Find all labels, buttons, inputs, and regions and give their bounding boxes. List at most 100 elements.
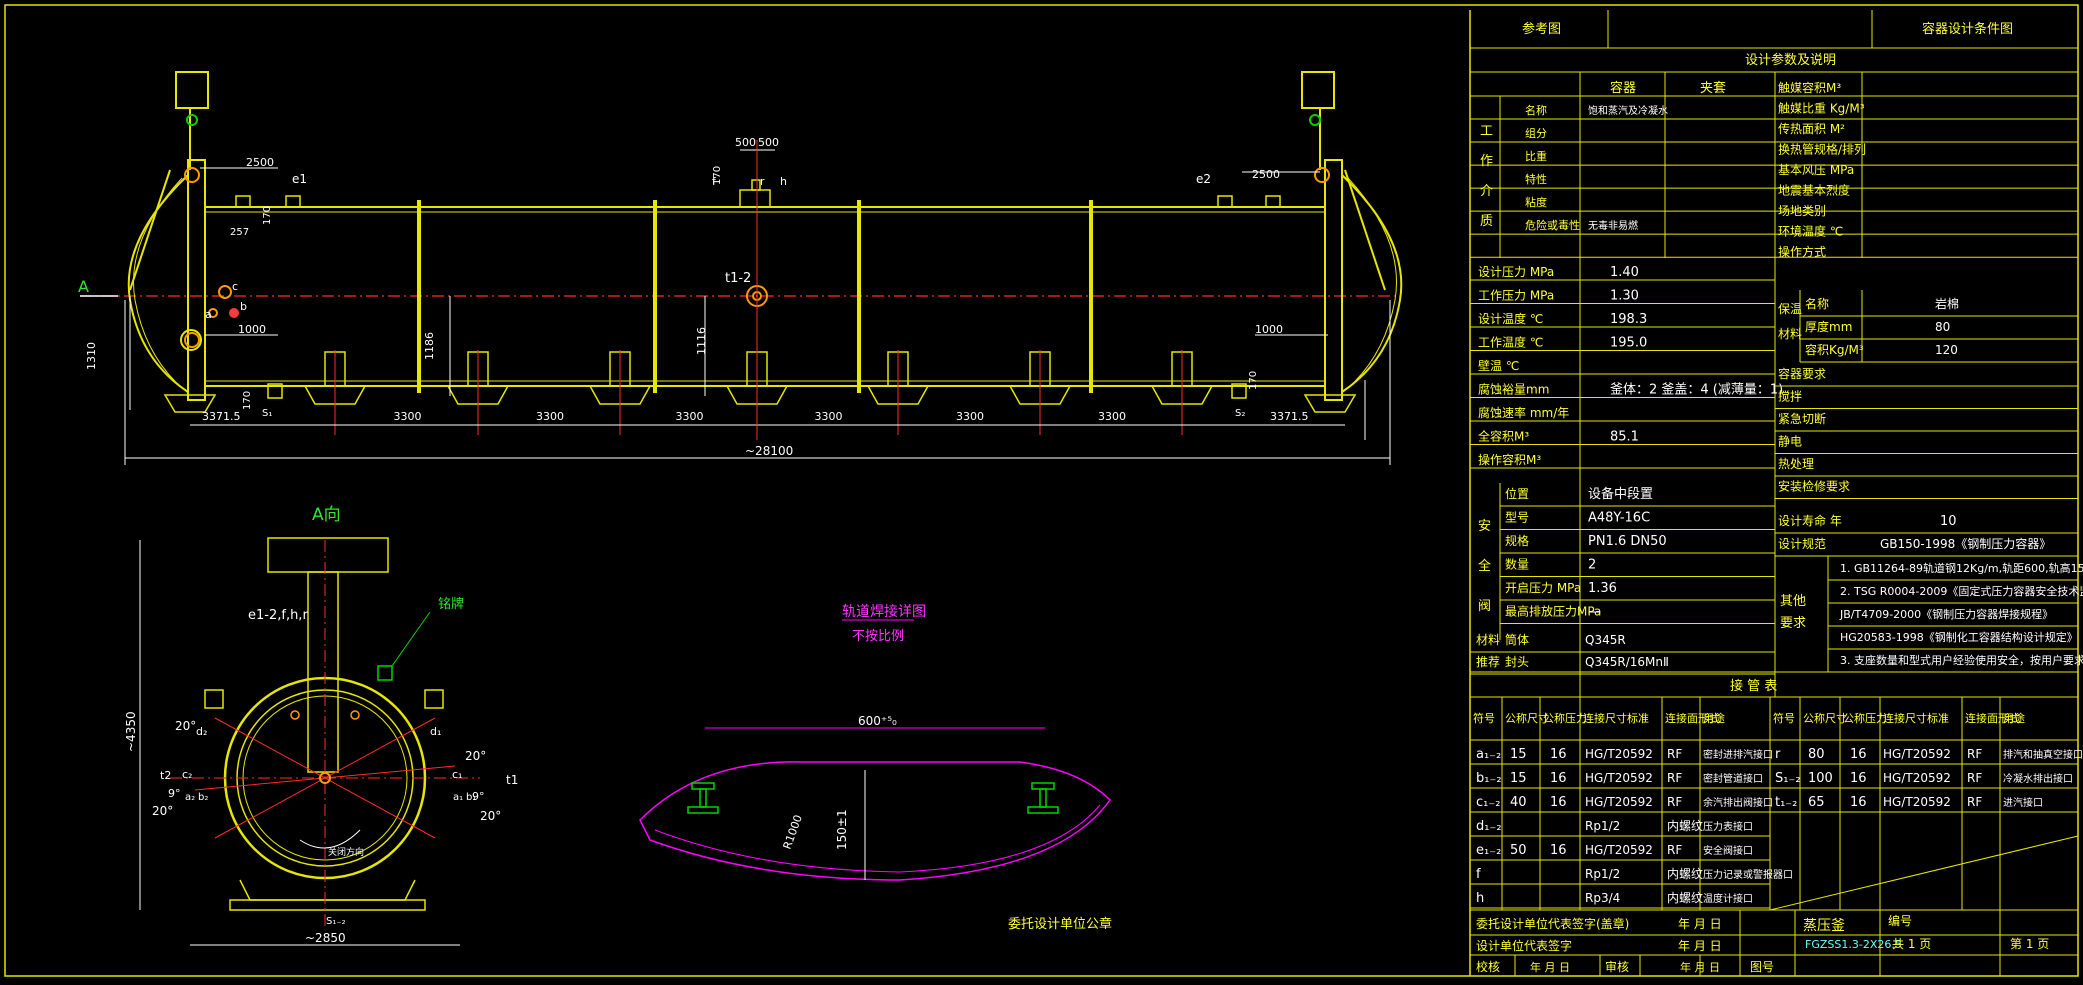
table-cross-line: [1769, 835, 2079, 911]
design-row-label: 操作容积M³: [1478, 452, 1541, 467]
other-requirement: 3. 支座数量和型式用户经验使用安全，按用户要求选取: [1840, 653, 2083, 667]
safety-row-value: 2: [1588, 558, 1596, 573]
dim-1000-left: 1000: [238, 323, 266, 336]
nozzle-left-dn: 15: [1510, 747, 1527, 762]
safety-row-value: A48Y-16C: [1588, 511, 1650, 526]
hdr-container: 容器: [1610, 80, 1636, 96]
nozzle-right-face: RF: [1967, 771, 1982, 785]
nozzle-right-std: HG/T20592: [1883, 771, 1951, 785]
other-requirement: HG20583-1998《钢制化工容器结构设计规定》: [1840, 630, 2078, 644]
design-row-value: 85.1: [1610, 430, 1639, 445]
safety-row-value: 设备中段置: [1588, 486, 1653, 502]
nozzle-right-dn: 80: [1808, 747, 1825, 762]
nozzle-header-left: 用途: [1703, 711, 1725, 725]
nozzle-right-pn: 16: [1850, 795, 1867, 810]
design-row-value: 195.0: [1610, 336, 1647, 351]
nozzle-right-sym: t₁₋₂: [1775, 795, 1797, 810]
drawing-no-label: 图号: [1750, 960, 1774, 974]
nozzle-header-right: 符号: [1773, 712, 1795, 725]
insulation-side: 保温: [1778, 302, 1802, 316]
nozzle-left-sym: f: [1476, 867, 1481, 882]
end-view-base: [229, 899, 426, 911]
design-row-label: 全容积M³: [1478, 429, 1529, 444]
top-nozzles: [235, 179, 1281, 208]
right-top-label: 传热面积 M²: [1778, 121, 1845, 136]
right-mid-label: 静电: [1778, 435, 1802, 449]
conditions-title: 容器设计条件图: [1922, 21, 2013, 37]
nozzle-left-std: HG/T20592: [1585, 795, 1653, 809]
other-label: 其他: [1780, 594, 1806, 609]
nozzle-left-std: Rp1/2: [1585, 867, 1620, 881]
nozzle-left-use: 密封进排汽接口: [1703, 748, 1773, 761]
nozzle-left-face: 内螺纹: [1667, 891, 1703, 905]
nozzle-group-label: e1-2,f,h,r: [248, 608, 308, 623]
audit-label: 审核: [1605, 959, 1629, 974]
dim-3300: 3300: [676, 410, 704, 423]
client-seal-note: 委托设计单位公章: [1008, 916, 1112, 932]
safety-row-label: 位置: [1505, 486, 1529, 501]
dim-170-right: 170: [1248, 371, 1259, 390]
dim-600-gauge: 600⁺⁵₀: [858, 714, 897, 728]
nozzle-right-face: RF: [1967, 747, 1982, 761]
right-mid-label: 热处理: [1778, 457, 1814, 471]
dim-2850: ~2850: [305, 931, 346, 945]
end-view-hoist: [267, 537, 389, 573]
insulation-label: 名称: [1805, 296, 1829, 311]
nozzle-header-right: 公称尺寸: [1803, 711, 1847, 725]
dim-1116: 1116: [695, 327, 708, 355]
rotation-note: 关闭方向: [328, 846, 364, 858]
right-top-label: 触媒容积M³: [1778, 80, 1841, 95]
design-row-label: 工作压力 MPa: [1478, 289, 1554, 303]
dim-3371-right: 3371.5: [1270, 410, 1309, 423]
code-label: 设计规范: [1778, 536, 1826, 551]
section-a-marker: A: [78, 277, 89, 296]
insulation-value: 120: [1935, 343, 1958, 357]
safety-row-label: 型号: [1505, 511, 1529, 525]
dim-170-bottom: 170: [242, 391, 253, 410]
nozzle-right-dn: 100: [1808, 771, 1833, 786]
label-s12: S₁₋₂: [326, 916, 346, 927]
nozzle-left-pn: 16: [1550, 843, 1567, 858]
track-title: 轨道焊接详图: [842, 603, 926, 620]
design-row-label: 腐蚀裕量mm: [1478, 382, 1549, 397]
dim-257: 257: [230, 227, 249, 238]
safety-side-char: 全: [1478, 558, 1491, 574]
nozzle-right-face: RF: [1967, 795, 1982, 809]
left-hoist-box: [175, 71, 209, 109]
nozzle-left-std: Rp1/2: [1585, 819, 1620, 833]
other-requirement: 2. TSG R0004-2009《固定式压力容器安全技术监察规程》: [1840, 584, 2083, 598]
design-row-label: 设计压力 MPa: [1478, 265, 1554, 279]
safety-row-label: 规格: [1505, 533, 1529, 548]
nozzle-left-std: HG/T20592: [1585, 843, 1653, 857]
nozzle-right-sym: r: [1775, 747, 1781, 762]
dim-500-b: 500: [758, 136, 779, 149]
nozzle-left-sym: a₁₋₂: [1476, 747, 1501, 762]
other-requirement: 1. GB11264-89轨道钢12Kg/m,轨距600,轨高150: [1840, 561, 2083, 575]
dim-3300: 3300: [815, 410, 843, 423]
angle-20-tl: 20°: [175, 719, 196, 733]
material-label: 筒体: [1505, 632, 1529, 647]
medium-side-char: 作: [1480, 154, 1493, 169]
label-c: c: [232, 280, 238, 293]
dim-3300: 3300: [956, 410, 984, 423]
dim-total-length: ~28100: [745, 444, 793, 458]
nozzle-left-pn: 16: [1550, 747, 1567, 762]
right-top-label: 操作方式: [1778, 244, 1826, 259]
life-value: 10: [1940, 514, 1957, 529]
ref-label: 参考图: [1522, 21, 1561, 37]
material-side2: 推荐: [1476, 655, 1500, 669]
date-2: 年 月 日: [1678, 939, 1722, 953]
life-label: 设计寿命 年: [1778, 513, 1842, 528]
nozzle-left-pn: 16: [1550, 795, 1567, 810]
end-support: [1303, 394, 1357, 413]
bay-dimensions: 3300 3300 3300 3300 3300 3300: [394, 410, 1127, 423]
nozzle-b: [229, 308, 239, 318]
nozzle-right-use: 排汽和抽真空接口: [2003, 748, 2083, 761]
outer-frame: [4, 4, 2079, 977]
page-current: 第 1 页: [2010, 937, 2049, 951]
design-row-value: 198.3: [1610, 312, 1647, 327]
nameplate-label: 铭牌: [438, 596, 464, 612]
left-door: [127, 71, 209, 401]
nozzle-right-use: 进汽接口: [2003, 796, 2043, 809]
label-t2: t2: [160, 769, 171, 782]
